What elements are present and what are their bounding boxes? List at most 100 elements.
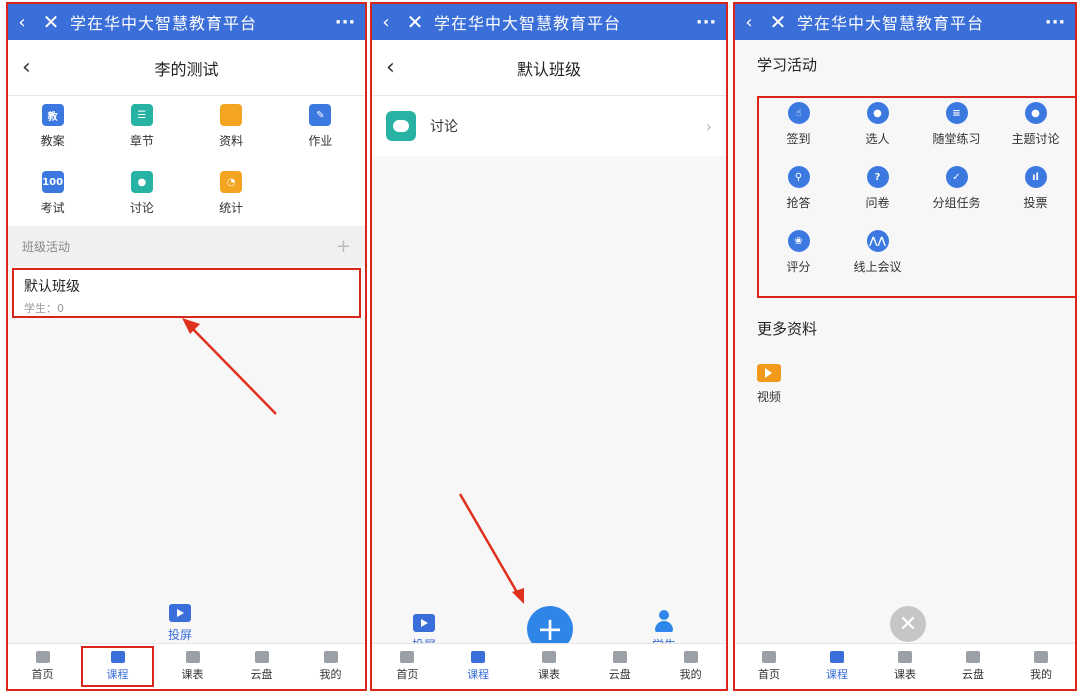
more-icon[interactable]: ··· [325, 12, 365, 33]
more-icon[interactable]: ··· [686, 12, 726, 33]
tab-schedule[interactable]: 课表 [158, 644, 227, 689]
tab-profile[interactable]: 我的 [1007, 644, 1075, 689]
app-title: 学在华中大智慧教育平台 [434, 14, 622, 33]
home-icon [35, 651, 50, 663]
grid-item[interactable]: ☝ 签到 [759, 98, 838, 162]
grid-item[interactable]: ≡ 随堂练习 [917, 98, 996, 162]
grid-item[interactable]: ⚲ 抢答 [759, 162, 838, 226]
plus-icon[interactable]: + [336, 236, 351, 257]
grid-item-label: 章节 [129, 134, 154, 148]
back-icon[interactable]: ‹ [735, 12, 763, 33]
online-meeting-icon: ⋀⋀ [866, 230, 889, 252]
class-card-title: 默认班级 [24, 279, 80, 295]
tab-schedule[interactable]: 课表 [871, 644, 939, 689]
tab-course[interactable]: 课程 [81, 646, 154, 687]
grid-item[interactable]: ☰ 章节 [97, 96, 186, 158]
cloud-icon [966, 651, 980, 663]
tab-cloud[interactable]: 云盘 [227, 644, 296, 689]
project-screen-button[interactable]: 投屏 [168, 604, 192, 643]
feature-grid: 教教案 ☰ 章节 资料 ✎ 作业 100 考试 ● 讨论 ◔ 统计 [8, 96, 365, 230]
grid-item-label: 作业 [308, 134, 333, 148]
grid-item[interactable]: ● 主题讨论 [996, 98, 1075, 162]
tab-label: 首页 [31, 668, 54, 681]
tab-home[interactable]: 首页 [8, 644, 77, 689]
grid-item[interactable]: 100 考试 [8, 163, 97, 225]
page-title: 默认班级 [516, 59, 581, 79]
topic-discussion-icon: ● [1024, 102, 1047, 124]
grid-item[interactable]: ● 讨论 [97, 163, 186, 225]
tab-course[interactable]: 课程 [803, 644, 871, 689]
tab-label: 课表 [181, 668, 204, 681]
questionnaire-icon: ? [866, 166, 889, 188]
grid-item-label: 讨论 [129, 201, 154, 215]
tab-label: 我的 [319, 668, 342, 681]
tab-label: 我的 [679, 668, 702, 681]
app-header: ‹ ✕ 学在华中大智慧教育平台 ··· [735, 4, 1075, 40]
profile-icon [1034, 651, 1048, 663]
close-icon[interactable]: ✕ [400, 10, 430, 34]
chevron-right-icon: › [705, 116, 712, 136]
tab-profile[interactable]: 我的 [655, 644, 726, 689]
app-title: 学在华中大智慧教育平台 [70, 14, 258, 33]
discussion-item[interactable]: 讨论 › [372, 96, 726, 156]
tab-schedule[interactable]: 课表 [514, 644, 585, 689]
discussion-label: 讨论 [430, 119, 458, 135]
nav-back-icon[interactable]: ‹ [386, 55, 395, 80]
video-icon [757, 364, 781, 382]
tab-label: 课程 [106, 668, 129, 681]
video-item[interactable]: 视频 [757, 364, 781, 405]
grid-item[interactable]: ❀ 评分 [759, 226, 838, 290]
tab-label: 首页 [396, 668, 419, 681]
grid-item[interactable]: ● 选人 [838, 98, 917, 162]
profile-icon [683, 651, 698, 663]
tab-profile[interactable]: 我的 [296, 644, 365, 689]
activity-grid-box: ☝ 签到 ● 选人 ≡ 随堂练习 ● 主题讨论 ⚲ 抢答? 问卷 ✓ 分组任务 ıl 投票 ❀ 评分 ⋀⋀ 线上会议 [757, 96, 1075, 298]
grid-item-label: 随堂练习 [932, 132, 981, 146]
cloud-icon [612, 651, 627, 663]
panel-course-home: ‹ ✕ 学在华中大智慧教育平台 ··· ‹ 李的测试 教教案 ☰ 章节 资料 ✎ 作业 10… [6, 2, 367, 691]
close-menu-button[interactable]: ✕ [890, 606, 926, 642]
grid-item-label: 抢答 [786, 196, 811, 210]
cloud-icon [254, 651, 269, 663]
student-icon [655, 610, 673, 634]
back-icon[interactable]: ‹ [8, 12, 36, 33]
group-task-icon: ✓ [945, 166, 968, 188]
grid-item-label: 投票 [1023, 196, 1048, 210]
schedule-icon [185, 651, 200, 663]
grid-item-label: 选人 [865, 132, 890, 146]
project-label: 投屏 [168, 628, 193, 642]
more-icon[interactable]: ··· [1035, 12, 1075, 33]
course-icon [471, 651, 486, 663]
back-icon[interactable]: ‹ [372, 12, 400, 33]
app-header: ‹ ✕ 学在华中大智慧教育平台 ··· [372, 4, 726, 40]
nav-back-icon[interactable]: ‹ [22, 55, 31, 80]
tab-bar: 首页 课程 课表 云盘 我的 [372, 643, 726, 689]
grid-item[interactable]: 教教案 [8, 96, 97, 158]
grid-item[interactable]: ◔ 统计 [187, 163, 276, 225]
practice-icon: ≡ [945, 102, 968, 124]
tab-home[interactable]: 首页 [735, 644, 803, 689]
grid-item-label: 问卷 [865, 196, 890, 210]
homework-icon: ✎ [309, 104, 332, 126]
close-icon[interactable]: ✕ [36, 10, 66, 34]
tab-label: 课表 [537, 668, 560, 681]
exam-icon: 100 [41, 171, 64, 193]
grid-item-label: 签到 [786, 132, 811, 146]
grid-item[interactable]: ıl 投票 [996, 162, 1075, 226]
grid-item-label: 教案 [40, 134, 65, 148]
grid-item[interactable]: ✎ 作业 [276, 96, 365, 158]
class-card[interactable]: 默认班级 学生：0 [12, 268, 361, 318]
nav-bar: ‹ 默认班级 [372, 40, 726, 96]
close-icon[interactable]: ✕ [763, 10, 793, 34]
tab-label: 云盘 [608, 668, 631, 681]
tab-cloud[interactable]: 云盘 [584, 644, 655, 689]
grid-item[interactable]: ⋀⋀ 线上会议 [838, 226, 917, 290]
tab-course[interactable]: 课程 [443, 644, 514, 689]
tab-home[interactable]: 首页 [372, 644, 443, 689]
tab-cloud[interactable]: 云盘 [939, 644, 1007, 689]
class-activity-header: 班级活动 + [8, 226, 365, 266]
grid-item-label: 主题讨论 [1011, 132, 1060, 146]
grid-item[interactable]: ? 问卷 [838, 162, 917, 226]
grid-item[interactable]: 资料 [187, 96, 276, 158]
grid-item[interactable]: ✓ 分组任务 [917, 162, 996, 226]
